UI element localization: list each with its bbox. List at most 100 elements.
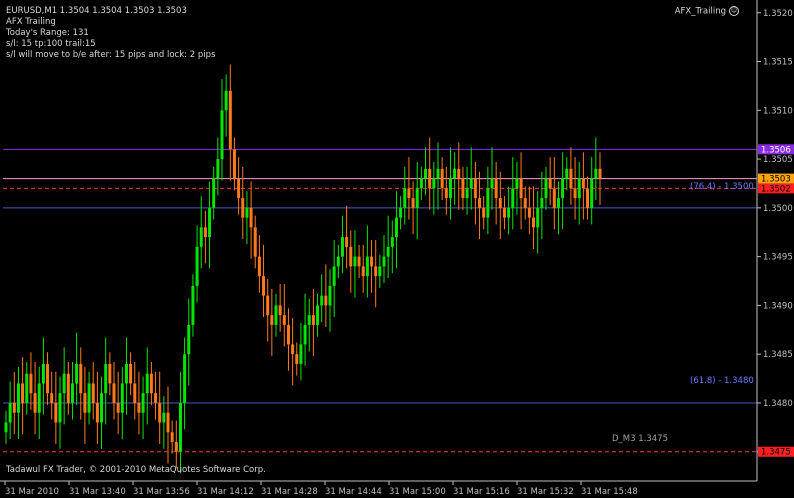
candle-body (353, 256, 357, 267)
candle-body (50, 393, 54, 403)
price-tick-label: 1.3490 (763, 301, 793, 311)
candle-body (12, 402, 16, 413)
candle-body (16, 383, 20, 413)
price-level-tag-label: 1.3502 (761, 184, 791, 194)
candle-body (282, 315, 286, 325)
price-tick-label: 1.3480 (763, 399, 793, 409)
candle-body (174, 441, 178, 452)
candle-body (58, 393, 62, 423)
candle-body (577, 178, 581, 199)
candle-body (249, 207, 253, 228)
time-tick-label: 31 Mar 14:28 (261, 487, 318, 497)
candle-body (382, 256, 386, 267)
candle-body (133, 383, 137, 403)
candle-body (324, 295, 328, 306)
candle-body (112, 383, 116, 403)
candle-body (469, 178, 473, 189)
copyright-text: Tadawul FX Trader, © 2001-2010 MetaQuote… (6, 465, 266, 475)
candle-body (440, 168, 444, 189)
time-tick-label: 31 Mar 15:32 (517, 487, 574, 497)
candle-body (407, 188, 411, 199)
price-level-tag-label: 1.3503 (761, 175, 791, 185)
candle-body (228, 90, 232, 150)
candle-body (241, 198, 245, 218)
candle-body (120, 383, 124, 413)
candle-body (581, 178, 585, 189)
price-tick-label: 1.3515 (763, 58, 793, 68)
candle-body (532, 217, 536, 228)
candle-body (536, 207, 540, 228)
fib-76-label: (76.4) - 1.3500 (690, 182, 754, 192)
candle-body (378, 266, 382, 277)
candle-body (307, 315, 311, 325)
candle-body (137, 402, 141, 413)
price-chart[interactable]: 1.3520 1.3515 1.3510 1.3505 1.3500 1.3495 1.34… (0, 0, 794, 498)
candle-body (245, 207, 249, 218)
candle-body (83, 393, 87, 413)
candle-body (511, 188, 515, 208)
candle-body (328, 285, 332, 306)
candle-body (594, 168, 598, 179)
expert-advisor-name: AFX_Trailing (674, 6, 726, 17)
candle-body (295, 354, 299, 364)
candle-body (162, 412, 166, 423)
candle-body (166, 412, 170, 433)
fib-61-label: (61.8) - 1.3480 (690, 376, 754, 386)
candle-body (336, 256, 340, 267)
candle-body (66, 373, 70, 403)
candle-body (411, 198, 415, 208)
d-m3-label: D_M3 1.3475 (612, 434, 668, 444)
candle-body (316, 305, 320, 325)
candle-body (527, 207, 531, 218)
candle-body (158, 402, 162, 423)
candle-body (419, 178, 423, 189)
price-tick-label: 1.3485 (763, 350, 793, 360)
candle-body (490, 178, 494, 189)
expert-advisor-label[interactable]: AFX_Trailing ☺ (675, 6, 739, 17)
candle-body (523, 198, 527, 208)
candle-body (141, 393, 145, 413)
symbol-ohlc-line: EURUSD,M1 1.3504 1.3504 1.3503 1.3503 (6, 6, 187, 16)
candle-body (70, 383, 74, 403)
candle-body (465, 188, 469, 199)
candle-body (129, 363, 133, 384)
candle-body (473, 178, 477, 199)
candle-body (394, 217, 398, 238)
candle-body (415, 188, 419, 208)
candle-body (266, 295, 270, 316)
candle-body (444, 188, 448, 199)
candle-body (332, 266, 336, 286)
candle-body (340, 237, 344, 257)
price-tick-label: 1.3495 (763, 253, 793, 263)
candle-body (8, 402, 12, 423)
candle-body (195, 246, 199, 286)
time-tick-label: 31 Mar 15:48 (581, 487, 638, 497)
candle-body (208, 207, 212, 238)
price-tick-label: 1.3505 (763, 155, 793, 165)
time-tick-label: 31 Mar 2010 (5, 487, 59, 497)
candle-body (598, 168, 602, 179)
candle-body (320, 295, 324, 306)
time-tick-label: 31 Mar 13:40 (69, 487, 126, 497)
candle-body (145, 373, 149, 394)
candle-body (100, 393, 104, 423)
candle-body (403, 188, 407, 208)
chart-window[interactable]: 1.3520 1.3515 1.3510 1.3505 1.3500 1.3495 1.34… (0, 0, 794, 498)
candle-body (561, 178, 565, 199)
candle-body (590, 178, 594, 208)
candle-body (291, 344, 295, 355)
candle-body (87, 383, 91, 413)
candle-body (274, 305, 278, 325)
candle-body (41, 363, 45, 384)
candle-body (216, 159, 220, 179)
candle-body (515, 178, 519, 189)
candle-body (46, 363, 50, 394)
candle-body (299, 344, 303, 364)
candle-body (33, 393, 37, 413)
price-level-tag-label: 1.3475 (761, 448, 791, 458)
candle-body (178, 402, 182, 452)
ea-title-line: AFX Trailing (6, 17, 56, 27)
candle-body (544, 178, 548, 199)
candle-body (552, 188, 556, 208)
candle-body (448, 178, 452, 199)
